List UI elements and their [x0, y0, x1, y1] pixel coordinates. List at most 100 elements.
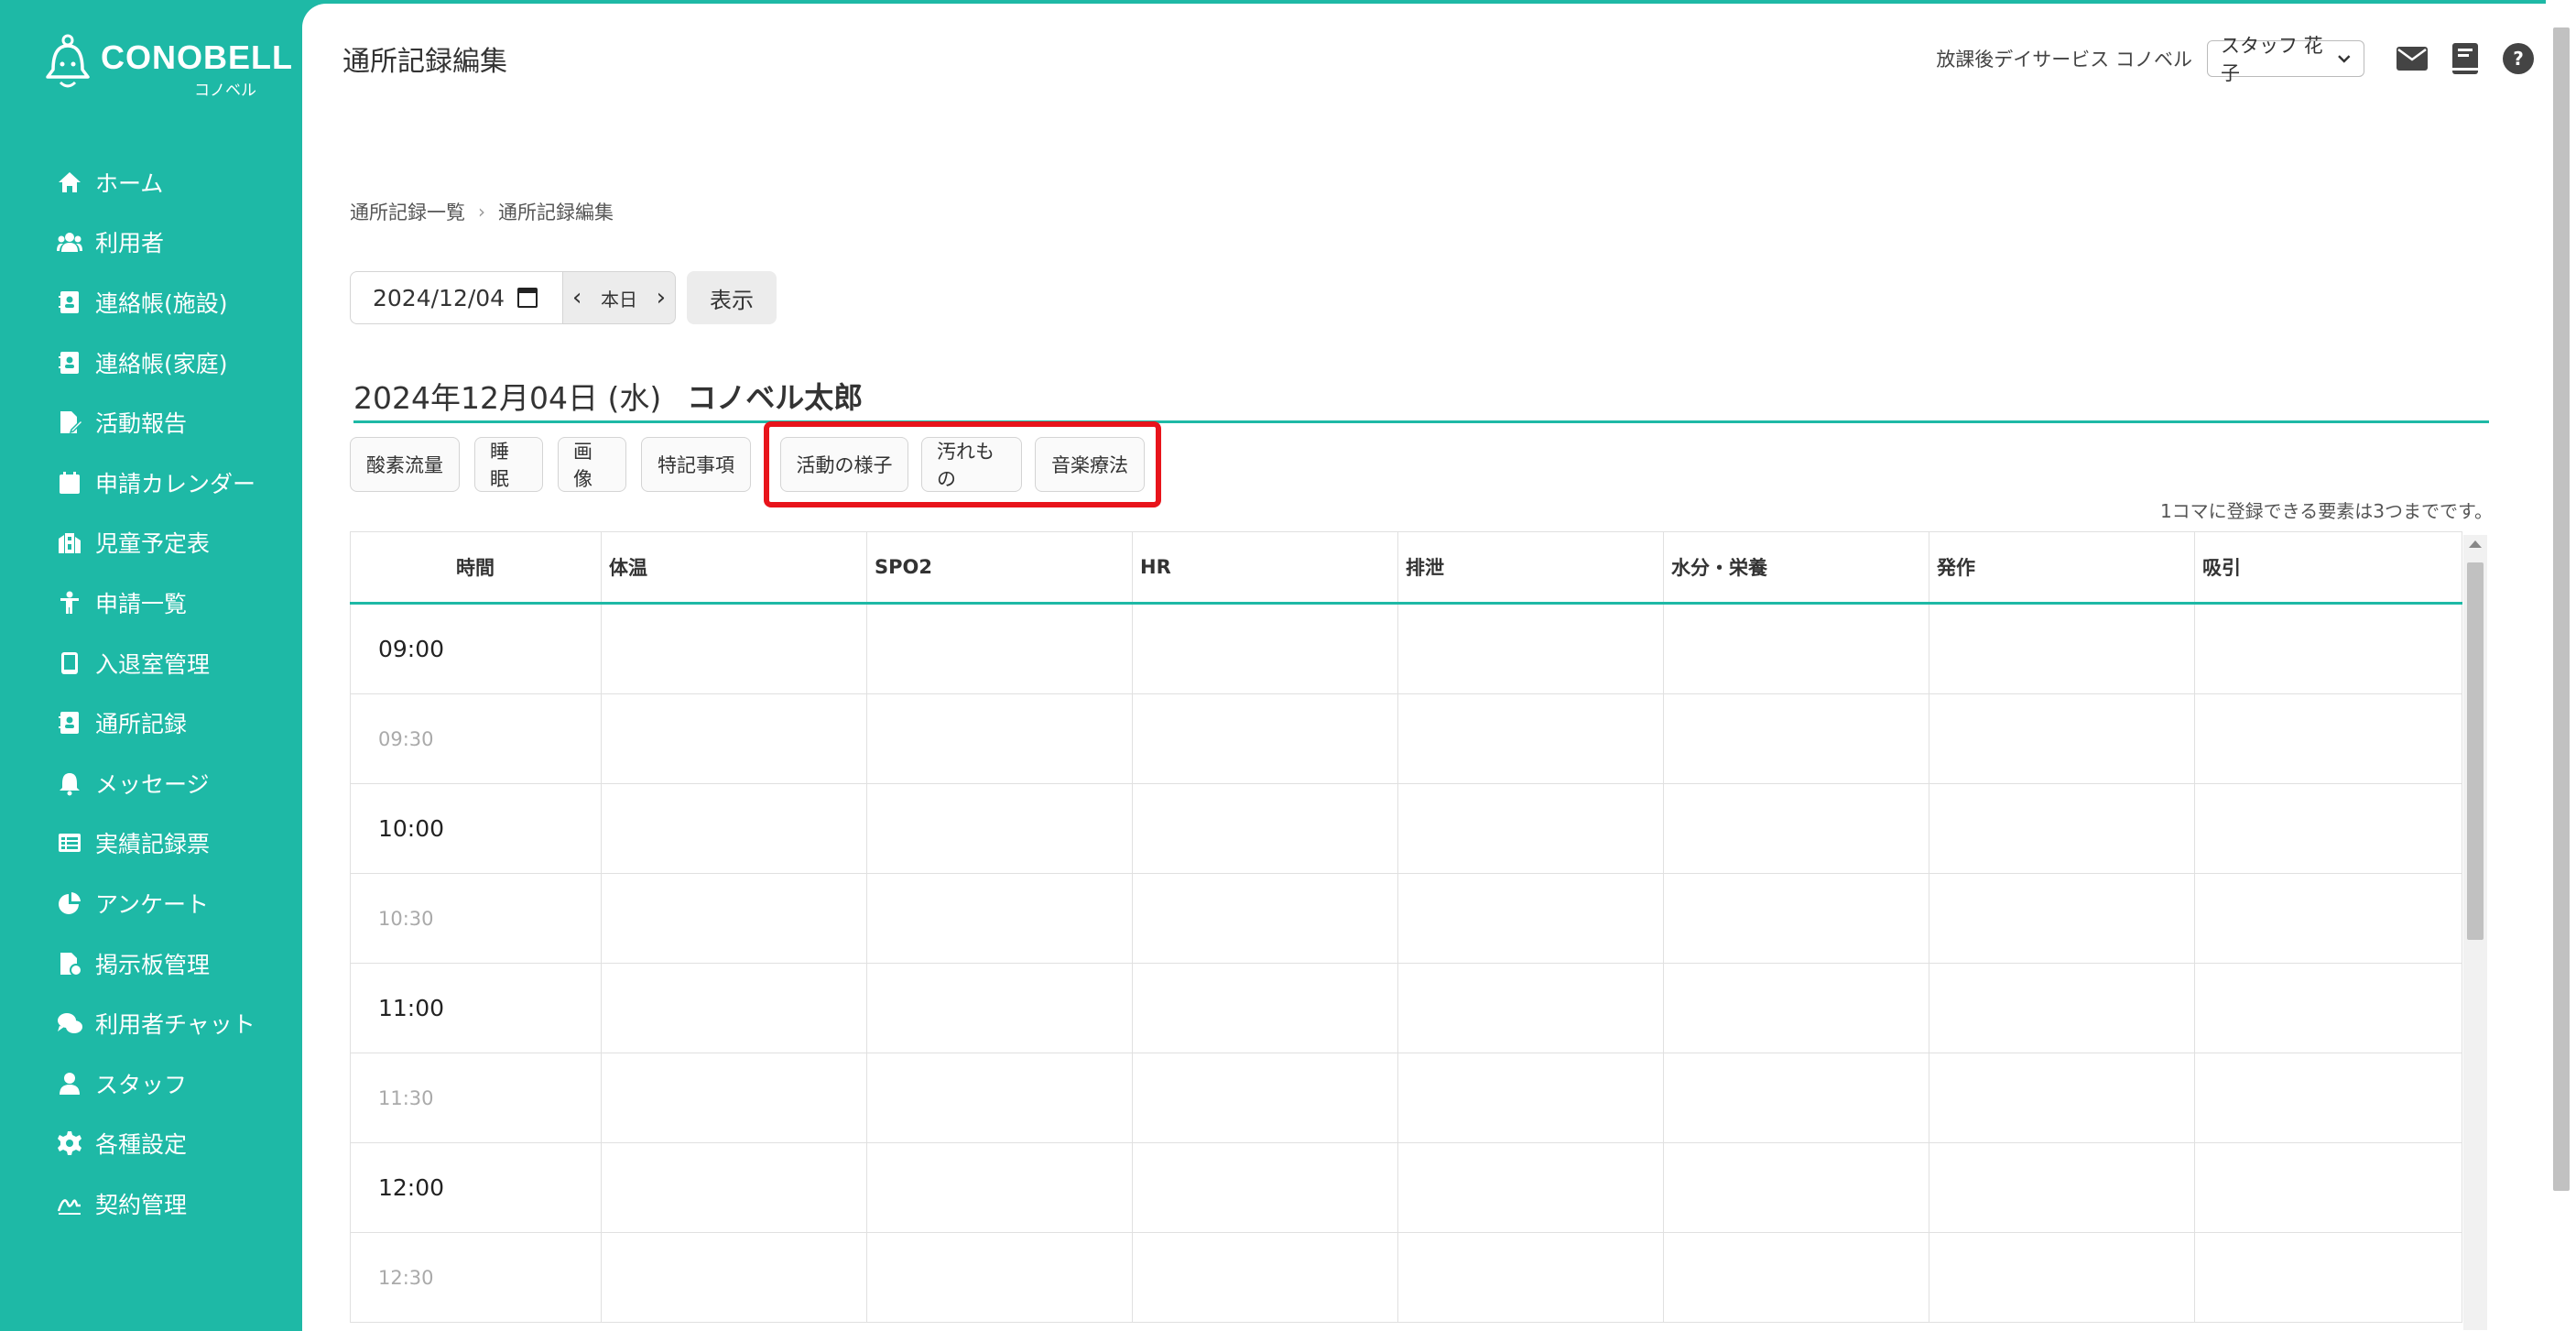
record-cell[interactable] — [1663, 1053, 1929, 1143]
table-row: 12:30 — [350, 1232, 2462, 1323]
record-cell[interactable] — [1929, 1232, 2195, 1323]
tag-special-notes[interactable]: 特記事項 — [641, 437, 751, 492]
record-cell[interactable] — [601, 1142, 867, 1233]
scroll-up-icon[interactable] — [2469, 540, 2482, 548]
record-cell[interactable] — [1929, 1053, 2195, 1143]
record-cell[interactable] — [2194, 1053, 2462, 1143]
record-cell[interactable] — [1397, 603, 1664, 694]
record-cell[interactable] — [866, 603, 1133, 694]
record-cell[interactable] — [2194, 873, 2462, 964]
sidebar-item-1[interactable]: 利用者 — [0, 213, 302, 273]
page-scrollbar[interactable] — [2546, 0, 2576, 1331]
record-cell[interactable] — [2194, 963, 2462, 1053]
sidebar-item-0[interactable]: ホーム — [0, 152, 302, 213]
record-cell[interactable] — [1663, 1232, 1929, 1323]
breadcrumb-parent-link[interactable]: 通所記録一覧 — [350, 198, 465, 225]
record-cell[interactable] — [1397, 963, 1664, 1053]
record-cell[interactable] — [1929, 783, 2195, 874]
record-cell[interactable] — [1132, 963, 1398, 1053]
column-header-suction: 吸引 — [2194, 531, 2462, 605]
sidebar-item-16[interactable]: 各種設定 — [0, 1114, 302, 1174]
record-cell[interactable] — [2194, 1232, 2462, 1323]
sidebar-item-9[interactable]: 通所記録 — [0, 693, 302, 753]
table-scroll-thumb[interactable] — [2467, 562, 2484, 940]
record-cell[interactable] — [1132, 1142, 1398, 1233]
record-cell[interactable] — [866, 963, 1133, 1053]
mail-icon[interactable] — [2396, 42, 2429, 75]
help-icon[interactable]: ? — [2502, 42, 2535, 75]
record-cell[interactable] — [1397, 873, 1664, 964]
sidebar-item-2[interactable]: 連絡帳(施設) — [0, 272, 302, 333]
page-scroll-thumb[interactable] — [2553, 27, 2570, 1191]
sidebar-item-7[interactable]: 申請一覧 — [0, 573, 302, 633]
calendar-icon[interactable] — [517, 288, 538, 308]
sidebar-item-14[interactable]: 利用者チャット — [0, 993, 302, 1053]
record-cell[interactable] — [601, 1053, 867, 1143]
staff-select[interactable]: スタッフ 花子 — [2207, 35, 2364, 84]
record-cell[interactable] — [1132, 873, 1398, 964]
sidebar-item-17[interactable]: 契約管理 — [0, 1173, 302, 1234]
record-cell[interactable] — [1929, 963, 2195, 1053]
record-cell[interactable] — [1929, 693, 2195, 784]
record-cell[interactable] — [1132, 693, 1398, 784]
record-cell[interactable] — [601, 603, 867, 694]
record-cell[interactable] — [1929, 1142, 2195, 1233]
sidebar-item-12[interactable]: アンケート — [0, 873, 302, 933]
prev-day-button[interactable]: ‹ — [572, 284, 582, 311]
record-cell[interactable] — [601, 1232, 867, 1323]
record-cell[interactable] — [601, 963, 867, 1053]
record-cell[interactable] — [866, 783, 1133, 874]
sidebar-item-10[interactable]: メッセージ — [0, 753, 302, 813]
record-cell[interactable] — [1397, 1053, 1664, 1143]
record-cell[interactable] — [2194, 603, 2462, 694]
record-cell[interactable] — [1132, 783, 1398, 874]
record-cell[interactable] — [1132, 1232, 1398, 1323]
record-cell[interactable] — [1397, 1232, 1664, 1323]
record-cell[interactable] — [1663, 1142, 1929, 1233]
tag-activity-state[interactable]: 活動の様子 — [780, 437, 908, 492]
record-cell[interactable] — [2194, 783, 2462, 874]
record-cell[interactable] — [1663, 693, 1929, 784]
record-cell[interactable] — [1929, 603, 2195, 694]
record-cell[interactable] — [866, 1142, 1133, 1233]
sidebar-item-6[interactable]: 児童予定表 — [0, 513, 302, 573]
record-cell[interactable] — [1663, 783, 1929, 874]
record-cell[interactable] — [1397, 783, 1664, 874]
sidebar-item-3[interactable]: 連絡帳(家庭) — [0, 333, 302, 393]
record-cell[interactable] — [1929, 873, 2195, 964]
sidebar-item-5[interactable]: 申請カレンダー — [0, 453, 302, 513]
record-cell[interactable] — [1397, 693, 1664, 784]
manual-book-icon[interactable] — [2449, 42, 2482, 75]
record-cell[interactable] — [2194, 1142, 2462, 1233]
record-cell[interactable] — [1663, 603, 1929, 694]
record-cell[interactable] — [1397, 1142, 1664, 1233]
table-scrollbar[interactable] — [2463, 535, 2487, 1330]
record-cell[interactable] — [601, 783, 867, 874]
sidebar-item-11[interactable]: 実績記録票 — [0, 813, 302, 874]
record-cell[interactable] — [601, 873, 867, 964]
show-button[interactable]: 表示 — [687, 271, 777, 324]
tag-oxygen-flow[interactable]: 酸素流量 — [350, 437, 460, 492]
sidebar-item-15[interactable]: スタッフ — [0, 1053, 302, 1114]
logo[interactable]: CONOBELL コノベル — [40, 33, 292, 100]
sidebar-item-13[interactable]: 掲示板管理 — [0, 933, 302, 994]
tag-sleep[interactable]: 睡眠 — [474, 437, 543, 492]
record-cell[interactable] — [1663, 963, 1929, 1053]
next-day-button[interactable]: › — [657, 284, 666, 311]
record-cell[interactable] — [866, 693, 1133, 784]
record-cell[interactable] — [601, 693, 867, 784]
tag-music-therapy[interactable]: 音楽療法 — [1035, 437, 1145, 492]
sidebar-item-8[interactable]: 入退室管理 — [0, 633, 302, 693]
tag-soiled-items[interactable]: 汚れもの — [921, 437, 1022, 492]
record-cell[interactable] — [866, 1232, 1133, 1323]
record-cell[interactable] — [866, 873, 1133, 964]
record-cell[interactable] — [1132, 1053, 1398, 1143]
tag-image[interactable]: 画像 — [558, 437, 626, 492]
record-cell[interactable] — [2194, 693, 2462, 784]
date-input[interactable]: 2024/12/04 — [350, 271, 562, 324]
record-cell[interactable] — [866, 1053, 1133, 1143]
record-cell[interactable] — [1663, 873, 1929, 964]
record-cell[interactable] — [1132, 603, 1398, 694]
today-button[interactable]: 本日 — [601, 285, 637, 311]
sidebar-item-4[interactable]: 活動報告 — [0, 392, 302, 453]
